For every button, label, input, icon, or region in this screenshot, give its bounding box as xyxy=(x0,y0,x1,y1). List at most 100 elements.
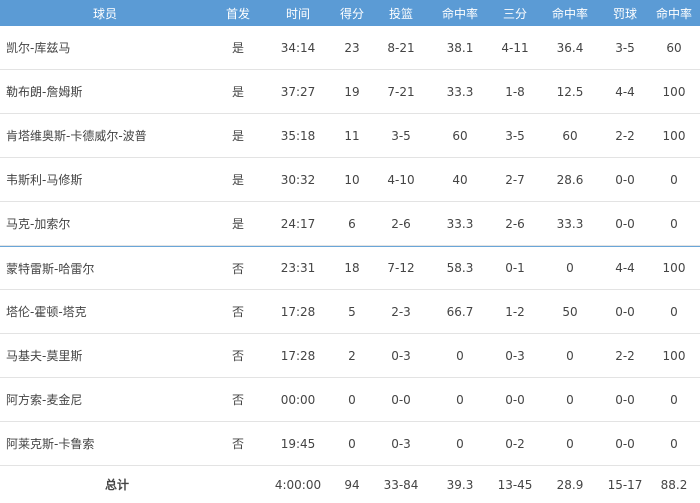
three-pointers-cell: 0-0 xyxy=(505,392,525,407)
points-cell: 10 xyxy=(344,172,360,187)
fg-pct-cell: 0 xyxy=(456,436,464,451)
free-throws-cell: 0-0 xyxy=(615,392,635,407)
field-goals-cell: 0-0 xyxy=(391,392,411,407)
table-row: 塔伦-霍顿-塔克 否 17:28 5 2-3 66.7 1-2 50 0-0 0 xyxy=(0,290,700,334)
totals-ft-pct: 88.2 xyxy=(660,477,688,492)
totals-row: 总计 4:00:00 94 33-84 39.3 13-45 28.9 15-1… xyxy=(0,466,700,503)
header-player: 球员 xyxy=(92,6,117,21)
three-pointers-cell: 1-2 xyxy=(505,304,525,319)
ft-pct-cell: 100 xyxy=(662,348,686,363)
free-throws-cell: 0-0 xyxy=(615,172,635,187)
field-goals-cell: 0-3 xyxy=(391,436,411,451)
totals-label: 总计 xyxy=(104,478,129,492)
field-goals-cell: 2-6 xyxy=(391,216,411,231)
player-name-cell: 马克-加索尔 xyxy=(6,217,71,231)
field-goals-cell: 4-10 xyxy=(387,172,415,187)
free-throws-cell: 2-2 xyxy=(615,348,635,363)
minutes-cell: 34:14 xyxy=(280,40,316,55)
fg-pct-cell: 40 xyxy=(452,172,468,187)
totals-minutes: 4:00:00 xyxy=(274,477,322,492)
totals-three-pointers: 13-45 xyxy=(497,477,533,492)
ft-pct-cell: 0 xyxy=(670,304,678,319)
fg-pct-cell: 58.3 xyxy=(446,261,474,275)
points-cell: 6 xyxy=(348,216,356,231)
player-name-cell: 肯塔维奥斯-卡德威尔-波普 xyxy=(6,129,147,143)
table-row: 肯塔维奥斯-卡德威尔-波普 是 35:18 11 3-5 60 3-5 60 2-2 100 xyxy=(0,114,700,158)
table-row: 蒙特雷斯-哈雷尔 否 23:31 18 7-12 58.3 0-1 0 4-4 100 xyxy=(0,246,700,290)
player-name-cell: 勒布朗-詹姆斯 xyxy=(6,85,83,99)
table-row: 马基夫-莫里斯 否 17:28 2 0-3 0 0-3 0 2-2 100 xyxy=(0,334,700,378)
field-goals-cell: 8-21 xyxy=(387,40,415,55)
table-row: 阿莱克斯-卡鲁索 否 19:45 0 0-3 0 0-2 0 0-0 0 xyxy=(0,422,700,466)
points-cell: 0 xyxy=(348,436,356,451)
starter-flag-cell: 否 xyxy=(231,305,244,319)
starter-flag-cell: 否 xyxy=(231,393,244,407)
player-name-cell: 阿莱克斯-卡鲁索 xyxy=(6,437,95,451)
table-header-row: 球员 首发 时间 得分 投篮 命中率 三分 命中率 罚球 命中率 xyxy=(0,0,700,26)
player-stats-table: 球员 首发 时间 得分 投篮 命中率 三分 命中率 罚球 命中率 凯尔-库兹马是… xyxy=(0,0,700,503)
totals-fg-pct: 39.3 xyxy=(446,477,474,492)
ft-pct-cell: 100 xyxy=(662,128,686,143)
points-cell: 5 xyxy=(348,304,356,319)
free-throws-cell: 0-0 xyxy=(615,216,635,231)
header-fg-pct: 命中率 xyxy=(441,6,478,21)
three-pointers-cell: 2-6 xyxy=(505,216,525,231)
field-goals-cell: 7-12 xyxy=(387,261,415,275)
free-throws-cell: 0-0 xyxy=(615,304,635,319)
totals-three-pct: 28.9 xyxy=(556,477,584,492)
header-minutes: 时间 xyxy=(285,6,310,21)
field-goals-cell: 2-3 xyxy=(391,304,411,319)
ft-pct-cell: 60 xyxy=(666,40,682,55)
ft-pct-cell: 0 xyxy=(670,392,678,407)
three-pct-cell: 0 xyxy=(566,261,574,275)
minutes-cell: 00:00 xyxy=(280,392,316,407)
player-name-cell: 韦斯利-马修斯 xyxy=(6,173,83,187)
ft-pct-cell: 100 xyxy=(662,261,686,275)
header-three-pointers: 三分 xyxy=(502,6,527,21)
three-pointers-cell: 1-8 xyxy=(505,84,525,99)
field-goals-cell: 0-3 xyxy=(391,348,411,363)
three-pointers-cell: 0-2 xyxy=(505,436,525,451)
ft-pct-cell: 100 xyxy=(662,84,686,99)
starter-flag-cell: 否 xyxy=(231,349,244,363)
totals-free-throws: 15-17 xyxy=(607,477,643,492)
free-throws-cell: 4-4 xyxy=(615,261,635,275)
points-cell: 0 xyxy=(348,392,356,407)
table-row: 阿方索-麦金尼 否 00:00 0 0-0 0 0-0 0 0-0 0 xyxy=(0,378,700,422)
minutes-cell: 35:18 xyxy=(280,128,316,143)
three-pointers-cell: 3-5 xyxy=(505,128,525,143)
three-pct-cell: 36.4 xyxy=(556,40,584,55)
table-row: 勒布朗-詹姆斯 是 37:27 19 7-21 33.3 1-8 12.5 4-4 100 xyxy=(0,70,700,114)
fg-pct-cell: 60 xyxy=(452,128,468,143)
minutes-cell: 17:28 xyxy=(280,348,316,363)
player-name-cell: 凯尔-库兹马 xyxy=(6,41,71,55)
points-cell: 2 xyxy=(348,348,356,363)
table-row: 马克-加索尔 是 24:17 6 2-6 33.3 2-6 33.3 0-0 0 xyxy=(0,202,700,246)
free-throws-cell: 2-2 xyxy=(615,128,635,143)
free-throws-cell: 3-5 xyxy=(615,40,635,55)
field-goals-cell: 3-5 xyxy=(391,128,411,143)
header-starter: 首发 xyxy=(225,6,250,21)
starter-flag-cell: 是 xyxy=(231,173,244,187)
fg-pct-cell: 38.1 xyxy=(446,40,474,55)
three-pct-cell: 50 xyxy=(562,304,578,319)
minutes-cell: 23:31 xyxy=(280,261,316,275)
starter-flag-cell: 否 xyxy=(231,261,244,276)
minutes-cell: 19:45 xyxy=(280,436,316,451)
fg-pct-cell: 33.3 xyxy=(446,84,474,99)
totals-field-goals: 33-84 xyxy=(383,477,419,492)
player-name-cell: 蒙特雷斯-哈雷尔 xyxy=(6,261,95,276)
header-points: 得分 xyxy=(339,6,364,21)
starter-flag-cell: 是 xyxy=(231,85,244,99)
starter-flag-cell: 是 xyxy=(231,217,244,231)
header-three-pct: 命中率 xyxy=(551,6,588,21)
three-pct-cell: 28.6 xyxy=(556,172,584,187)
fg-pct-cell: 66.7 xyxy=(446,304,474,319)
minutes-cell: 37:27 xyxy=(280,84,316,99)
fg-pct-cell: 33.3 xyxy=(446,216,474,231)
three-pct-cell: 0 xyxy=(566,392,574,407)
minutes-cell: 17:28 xyxy=(280,304,316,319)
table-body: 凯尔-库兹马是 34:14 23 8-21 38.1 4-11 36.4 3-5 60 勒布朗-詹… xyxy=(0,26,700,466)
three-pct-cell: 33.3 xyxy=(556,216,584,231)
points-cell: 18 xyxy=(344,261,360,275)
